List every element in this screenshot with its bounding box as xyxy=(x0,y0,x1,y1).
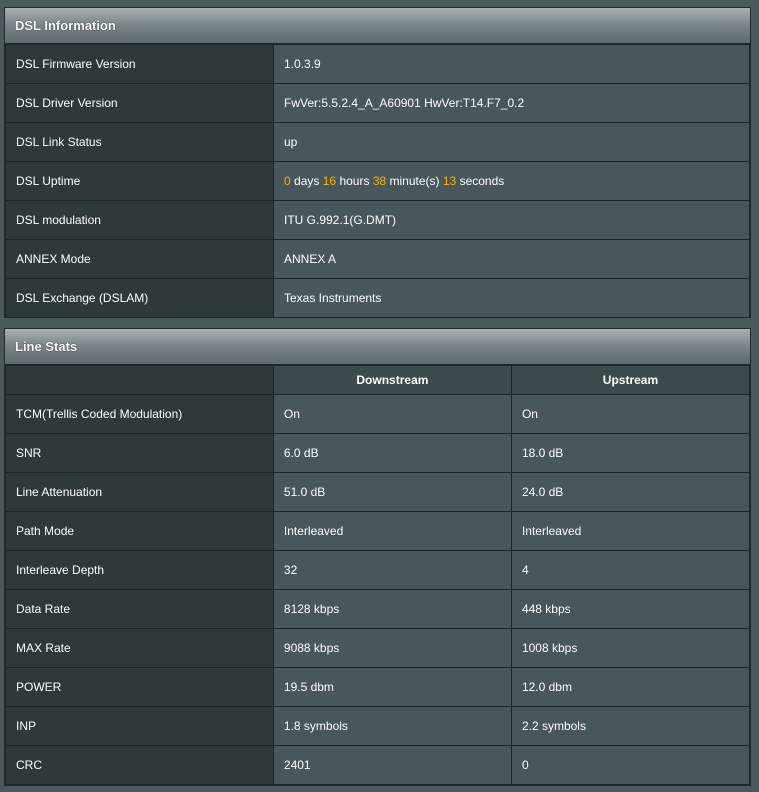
table-row: DSL Exchange (DSLAM) Texas Instruments xyxy=(5,278,750,318)
uptime-days: 0 xyxy=(284,174,291,188)
table-row: DSL Link Status up xyxy=(5,122,750,162)
uptime-label: DSL Uptime xyxy=(5,161,274,201)
table-row: DSL Uptime 0 days 16 hours 38 minute(s) … xyxy=(5,161,750,201)
tcm-label: TCM(Trellis Coded Modulation) xyxy=(5,394,274,434)
power-downstream: 19.5 dbm xyxy=(272,667,512,707)
dslam-value: Texas Instruments xyxy=(273,278,750,318)
interleave-depth-label: Interleave Depth xyxy=(5,550,274,590)
uptime-minutes-unit: minute(s) xyxy=(389,174,440,188)
path-mode-label: Path Mode xyxy=(5,511,274,551)
upstream-header: Upstream xyxy=(510,365,751,395)
uptime-seconds: 13 xyxy=(442,174,457,188)
dsl-information-title: DSL Information xyxy=(5,8,750,44)
link-status-value: up xyxy=(273,122,750,162)
max-rate-downstream: 9088 kbps xyxy=(272,628,512,668)
link-status-label: DSL Link Status xyxy=(5,122,274,162)
table-row: Line Attenuation 51.0 dB 24.0 dB xyxy=(5,472,751,512)
tcm-upstream: On xyxy=(510,394,751,434)
table-header-row: Downstream Upstream xyxy=(5,365,751,395)
downstream-header: Downstream xyxy=(272,365,512,395)
uptime-days-unit: days xyxy=(294,174,320,188)
max-rate-upstream: 1008 kbps xyxy=(510,628,751,668)
header-blank-cell xyxy=(5,365,274,395)
crc-upstream: 0 xyxy=(510,745,751,785)
snr-downstream: 6.0 dB xyxy=(272,433,512,473)
snr-upstream: 18.0 dB xyxy=(510,433,751,473)
inp-upstream: 2.2 symbols xyxy=(510,706,751,746)
data-rate-upstream: 448 kbps xyxy=(510,589,751,629)
modulation-label: DSL modulation xyxy=(5,200,274,240)
line-attenuation-upstream: 24.0 dB xyxy=(510,472,751,512)
dslam-label: DSL Exchange (DSLAM) xyxy=(5,278,274,318)
data-rate-downstream: 8128 kbps xyxy=(272,589,512,629)
crc-label: CRC xyxy=(5,745,274,785)
power-label: POWER xyxy=(5,667,274,707)
interleave-depth-upstream: 4 xyxy=(510,550,751,590)
inp-label: INP xyxy=(5,706,274,746)
interleave-depth-downstream: 32 xyxy=(272,550,512,590)
dsl-information-table: DSL Firmware Version 1.0.3.9 DSL Driver … xyxy=(5,44,750,318)
annex-mode-label: ANNEX Mode xyxy=(5,239,274,279)
path-mode-upstream: Interleaved xyxy=(510,511,751,551)
table-row: POWER 19.5 dbm 12.0 dbm xyxy=(5,667,751,707)
table-row: Interleave Depth 32 4 xyxy=(5,550,751,590)
dsl-information-panel: DSL Information DSL Firmware Version 1.0… xyxy=(4,7,751,318)
firmware-version-label: DSL Firmware Version xyxy=(5,44,274,84)
inp-downstream: 1.8 symbols xyxy=(272,706,512,746)
path-mode-downstream: Interleaved xyxy=(272,511,512,551)
uptime-seconds-unit: seconds xyxy=(459,174,505,188)
table-row: Path Mode Interleaved Interleaved xyxy=(5,511,751,551)
max-rate-label: MAX Rate xyxy=(5,628,274,668)
power-upstream: 12.0 dbm xyxy=(510,667,751,707)
table-row: DSL Driver Version FwVer:5.5.2.4_A_A6090… xyxy=(5,83,750,123)
table-row: Data Rate 8128 kbps 448 kbps xyxy=(5,589,751,629)
uptime-hours-unit: hours xyxy=(339,174,370,188)
uptime-value: 0 days 16 hours 38 minute(s) 13 seconds xyxy=(273,161,750,201)
line-stats-table: Downstream Upstream TCM(Trellis Coded Mo… xyxy=(5,365,751,785)
tcm-downstream: On xyxy=(272,394,512,434)
driver-version-label: DSL Driver Version xyxy=(5,83,274,123)
driver-version-value: FwVer:5.5.2.4_A_A60901 HwVer:T14.F7_0.2 xyxy=(273,83,750,123)
line-attenuation-label: Line Attenuation xyxy=(5,472,274,512)
uptime-hours: 16 xyxy=(322,174,337,188)
table-row: DSL modulation ITU G.992.1(G.DMT) xyxy=(5,200,750,240)
table-row: CRC 2401 0 xyxy=(5,745,751,785)
line-attenuation-downstream: 51.0 dB xyxy=(272,472,512,512)
table-row: SNR 6.0 dB 18.0 dB xyxy=(5,433,751,473)
modulation-value: ITU G.992.1(G.DMT) xyxy=(273,200,750,240)
data-rate-label: Data Rate xyxy=(5,589,274,629)
table-row: INP 1.8 symbols 2.2 symbols xyxy=(5,706,751,746)
uptime-minutes: 38 xyxy=(372,174,387,188)
table-row: ANNEX Mode ANNEX A xyxy=(5,239,750,279)
crc-downstream: 2401 xyxy=(272,745,512,785)
table-row: MAX Rate 9088 kbps 1008 kbps xyxy=(5,628,751,668)
line-stats-panel: Line Stats Downstream Upstream TCM(Trell… xyxy=(4,328,751,786)
firmware-version-value: 1.0.3.9 xyxy=(273,44,750,84)
line-stats-title: Line Stats xyxy=(5,329,750,365)
annex-mode-value: ANNEX A xyxy=(273,239,750,279)
snr-label: SNR xyxy=(5,433,274,473)
table-row: TCM(Trellis Coded Modulation) On On xyxy=(5,394,751,434)
table-row: DSL Firmware Version 1.0.3.9 xyxy=(5,44,750,84)
